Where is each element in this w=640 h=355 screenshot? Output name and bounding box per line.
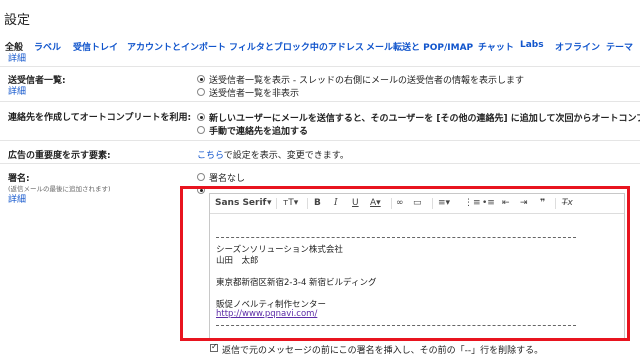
toolbar-separator	[391, 198, 392, 209]
tab-accounts[interactable]: アカウントとインポート	[127, 40, 226, 53]
align-icon[interactable]: ≡▾	[438, 198, 450, 208]
divider	[0, 140, 640, 141]
indent-more-icon[interactable]: ⇥	[520, 198, 528, 208]
font-family-select[interactable]: Sans Serif	[215, 198, 266, 208]
toolbar-separator	[555, 198, 556, 209]
font-family-dropdown-icon[interactable]: ▾	[267, 198, 272, 208]
tab-forwarding[interactable]: メール転送と POP/IMAP	[366, 40, 473, 53]
sender-list-show-radio[interactable]	[197, 75, 205, 83]
tab-themes[interactable]: テーマ	[606, 40, 633, 53]
autocomplete-auto-radio[interactable]	[197, 113, 205, 121]
tab-chat[interactable]: チャット	[478, 40, 514, 53]
tab-labs[interactable]: Labs	[520, 40, 544, 50]
signature-separator-line	[216, 325, 576, 326]
link-icon[interactable]: ∞	[396, 198, 404, 208]
editor-toolbar: Sans Serif ▾ тT▾ B I U A▾ ∞ ▭ ≡▾ ⋮≡ •≡ ⇤…	[210, 194, 624, 214]
insert-signature-option: 返信で元のメッセージの前にこの署名を挿入し、その前の「--」行を削除する。	[222, 346, 544, 355]
bold-icon[interactable]: B	[314, 198, 321, 208]
numbered-list-icon[interactable]: ⋮≡	[464, 198, 481, 208]
sender-list-hide-option: 送受信者一覧を非表示	[209, 89, 300, 99]
signature-custom-radio[interactable]	[197, 186, 205, 194]
divider	[0, 163, 640, 164]
ads-label: 広告の重要度を示す要素:	[8, 151, 111, 161]
sender-list-show-option: 送受信者一覧を表示 - スレッドの右側にメールの送受信者の情報を表示します	[209, 76, 524, 86]
quote-icon[interactable]: ❞	[540, 198, 545, 208]
signature-none-radio[interactable]	[197, 173, 205, 181]
sender-list-details-link[interactable]: 詳細	[8, 84, 26, 97]
divider	[0, 66, 640, 67]
font-size-icon[interactable]: тT▾	[283, 198, 298, 208]
image-icon[interactable]: ▭	[413, 198, 422, 208]
signature-none-option: 署名なし	[209, 174, 246, 184]
ads-here-link[interactable]: こちら	[197, 151, 224, 161]
page-title: 設定	[4, 13, 31, 28]
divider	[0, 101, 640, 102]
signature-name: 山田 太郎	[216, 256, 259, 266]
tab-labels[interactable]: ラベル	[34, 40, 61, 53]
autocomplete-label: 連絡先を作成してオートコンプリートを利用:	[8, 113, 192, 123]
settings-tabs: 全般 ラベル 受信トレイ アカウントとインポート フィルタとブロック中のアドレス…	[0, 40, 640, 64]
italic-icon[interactable]: I	[334, 198, 338, 208]
sender-list-hide-radio[interactable]	[197, 88, 205, 96]
signature-url-link[interactable]: http://www.pqnavi.com/	[216, 309, 317, 319]
indent-less-icon[interactable]: ⇤	[502, 198, 510, 208]
text-color-icon[interactable]: A▾	[370, 198, 381, 208]
signature-address: 東京都新宿区新宿2-3-4 新宿ビルディング	[216, 278, 377, 288]
bulleted-list-icon[interactable]: •≡	[482, 198, 495, 208]
tab-inbox[interactable]: 受信トレイ	[73, 40, 118, 53]
toolbar-separator	[276, 198, 277, 209]
tab-details-link[interactable]: 詳細	[8, 51, 26, 64]
underline-icon[interactable]: U	[352, 198, 359, 208]
tab-filters[interactable]: フィルタとブロック中のアドレス	[229, 40, 364, 53]
insert-signature-checkbox[interactable]	[210, 342, 218, 352]
autocomplete-manual-option: 手動で連絡先を追加する	[209, 127, 309, 137]
signature-details-link[interactable]: 詳細	[8, 192, 26, 205]
signature-editor[interactable]: Sans Serif ▾ тT▾ B I U A▾ ∞ ▭ ≡▾ ⋮≡ •≡ ⇤…	[209, 193, 625, 340]
remove-formatting-icon[interactable]: T̶x	[562, 198, 573, 208]
autocomplete-manual-radio[interactable]	[197, 126, 205, 134]
toolbar-separator	[432, 198, 433, 209]
tab-offline[interactable]: オフライン	[555, 40, 600, 53]
autocomplete-auto-option: 新しいユーザーにメールを送信すると、そのユーザーを [その他の連絡先] に追加し…	[209, 114, 640, 124]
toolbar-separator	[307, 198, 308, 209]
signature-separator-line	[216, 237, 576, 238]
ads-setting-text: こちらで設定を表示、変更できます。	[197, 151, 349, 161]
